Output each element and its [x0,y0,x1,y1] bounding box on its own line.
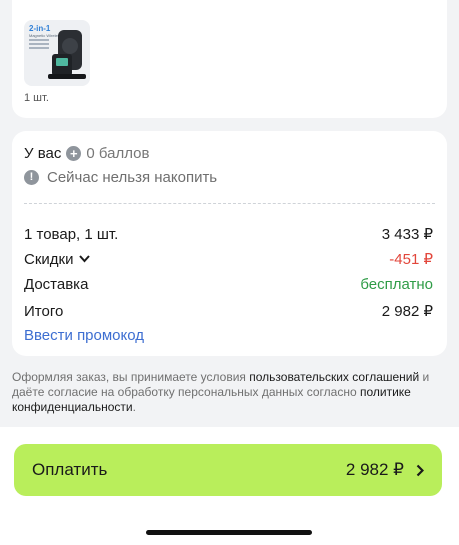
pay-button-amount-group: 2 982 ₽ [346,460,424,480]
product-quantity: 1 шт. [24,92,49,104]
terms-text-1: Оформляя заказ, вы принимаете условия [12,370,250,384]
pay-button-label: Оплатить [32,460,108,479]
discount-label: Скидки [24,250,74,268]
points-info-text: Сейчас нельзя накопить [47,169,218,186]
discount-row[interactable]: Скидки -451 ₽ [24,250,433,269]
points-row: У вас + 0 баллов [24,145,149,162]
discount-value: -451 ₽ [389,251,433,268]
delivery-label: Доставка [24,276,89,293]
home-indicator[interactable] [146,530,312,535]
discount-toggle[interactable]: Скидки [24,250,91,268]
product-thumbnail[interactable]: 2-in-1 Magnetic Wireless Charger [24,20,90,86]
terms-text-3: . [132,400,136,414]
pay-button-amount: 2 982 ₽ [345,460,404,479]
total-value: 2 982 ₽ [381,303,433,320]
terms-notice: Оформляя заказ, вы принимаете условия по… [12,370,448,415]
bottom-bar: Оплатить 2 982 ₽ [0,427,459,545]
points-label: У вас [24,145,62,162]
promo-code-link[interactable]: Ввести промокод [24,327,144,344]
goods-value: 3 433 ₽ [381,226,433,243]
goods-row: 1 товар, 1 шт. 3 433 ₽ [24,225,433,244]
pay-button[interactable]: Оплатить 2 982 ₽ [14,444,442,496]
delivery-value: бесплатно [360,276,433,293]
user-agreements-link[interactable]: пользовательских соглашений [249,370,419,384]
charger-image [48,30,86,79]
dashed-divider [24,203,435,204]
order-summary-card: У вас + 0 баллов ! Сейчас нельзя накопит… [12,131,447,356]
goods-label: 1 товар, 1 шт. [24,225,119,243]
chevron-down-icon [79,255,91,263]
points-value: 0 баллов [86,145,150,162]
chevron-right-icon [416,464,424,476]
info-icon: ! [24,170,39,185]
total-row: Итого 2 982 ₽ [24,302,433,321]
plus-icon: + [66,146,82,161]
product-card: 2-in-1 Magnetic Wireless Charger 1 шт. [12,0,447,118]
points-info-row: ! Сейчас нельзя накопить [24,169,217,186]
delivery-row: Доставка бесплатно [24,276,433,293]
total-label: Итого [24,302,64,320]
